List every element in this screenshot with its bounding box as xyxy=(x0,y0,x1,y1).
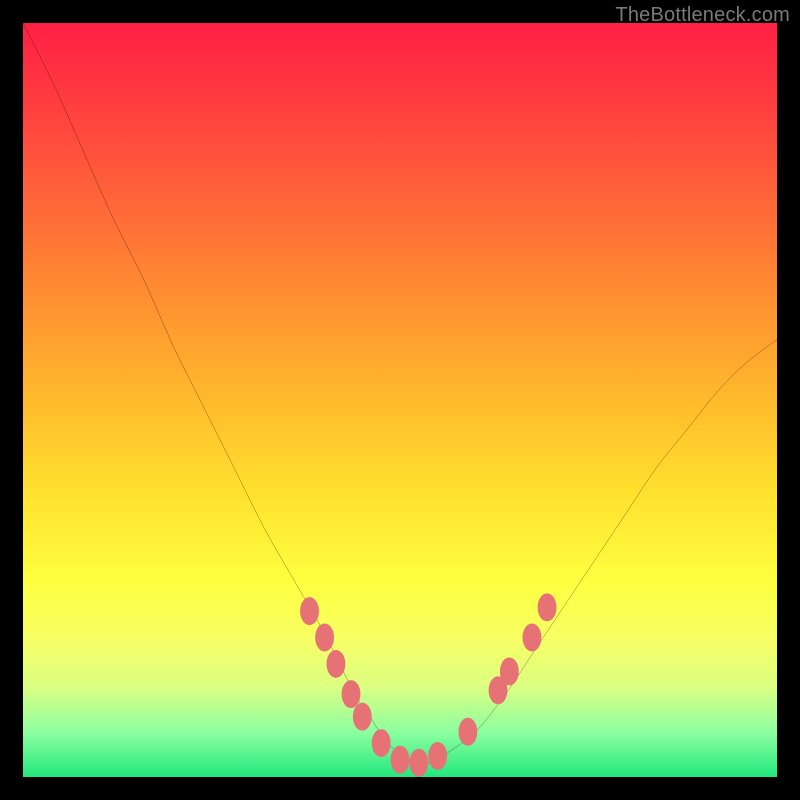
curve-marker xyxy=(302,599,317,623)
bottleneck-curve xyxy=(23,23,777,763)
curve-marker xyxy=(328,652,343,676)
curve-marker xyxy=(374,731,389,755)
curve-svg xyxy=(23,23,777,777)
curve-markers xyxy=(302,595,555,774)
curve-marker xyxy=(539,595,554,619)
chart-frame: TheBottleneck.com xyxy=(0,0,800,800)
chart-plot-area xyxy=(23,23,777,777)
curve-marker xyxy=(430,744,445,768)
curve-marker xyxy=(355,705,370,729)
curve-marker xyxy=(524,625,539,649)
curve-marker xyxy=(502,659,517,683)
curve-marker xyxy=(460,720,475,744)
curve-marker xyxy=(317,625,332,649)
curve-marker xyxy=(392,748,407,772)
curve-marker xyxy=(411,751,426,775)
curve-marker xyxy=(343,682,358,706)
